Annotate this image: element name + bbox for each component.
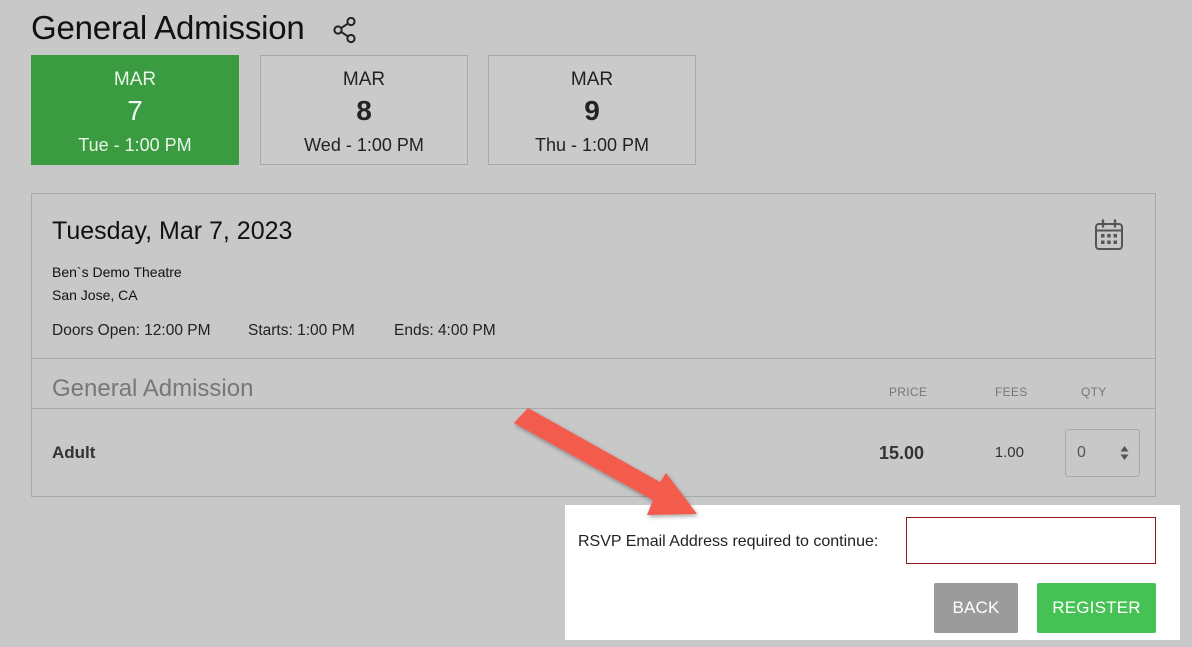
date-day: 9 [584,95,600,126]
start-time: Starts: 1:00 PM [248,322,355,339]
date-month: MAR [570,69,614,90]
rsvp-email-label: RSVP Email Address required to continue: [578,533,879,550]
date-day: 7 [127,95,143,126]
ticket-price: 15.00 [878,443,924,463]
share-icon[interactable] [332,16,358,44]
quantity-value: 0 [1077,444,1086,461]
date-weekday-time: Thu - 1:00 PM [534,135,650,155]
date-weekday-time: Tue - 1:00 PM [78,135,192,155]
qty-column-header: QTY [1081,385,1107,399]
fees-column-header: FEES [995,385,1028,399]
end-time: Ends: 4:00 PM [394,322,496,339]
quantity-select[interactable]: 0 [1065,429,1140,477]
venue-name: Ben`s Demo Theatre [52,264,182,280]
rsvp-email-input[interactable] [906,517,1156,564]
register-button[interactable]: REGISTER [1037,583,1156,633]
select-arrows-icon [1120,446,1129,460]
date-card-mar-8[interactable]: MAR 8 Wed - 1:00 PM [260,55,468,165]
date-month: MAR [113,69,157,90]
divider [32,358,1155,359]
date-card-mar-9[interactable]: MAR 9 Thu - 1:00 PM [488,55,696,165]
calendar-icon[interactable] [1094,219,1124,251]
ticket-section-title: General Admission [52,375,254,402]
ticket-type-name: Adult [52,443,96,462]
venue-city: San Jose, CA [52,287,138,303]
divider [32,408,1155,409]
date-month: MAR [342,69,386,90]
event-date: Tuesday, Mar 7, 2023 [52,217,293,245]
price-column-header: PRICE [889,385,928,399]
ticket-fee: 1.00 [994,444,1024,461]
back-button[interactable]: BACK [934,583,1018,633]
date-card-mar-7[interactable]: MAR 7 Tue - 1:00 PM [31,55,239,165]
doors-open-time: Doors Open: 12:00 PM [52,322,211,339]
date-weekday-time: Wed - 1:00 PM [304,135,424,155]
rsvp-dialog: RSVP Email Address required to continue:… [565,505,1180,640]
event-panel: Tuesday, Mar 7, 2023 Ben`s Demo Theatre … [31,193,1156,497]
page-title: General Admission [31,9,305,46]
date-day: 8 [356,95,372,126]
